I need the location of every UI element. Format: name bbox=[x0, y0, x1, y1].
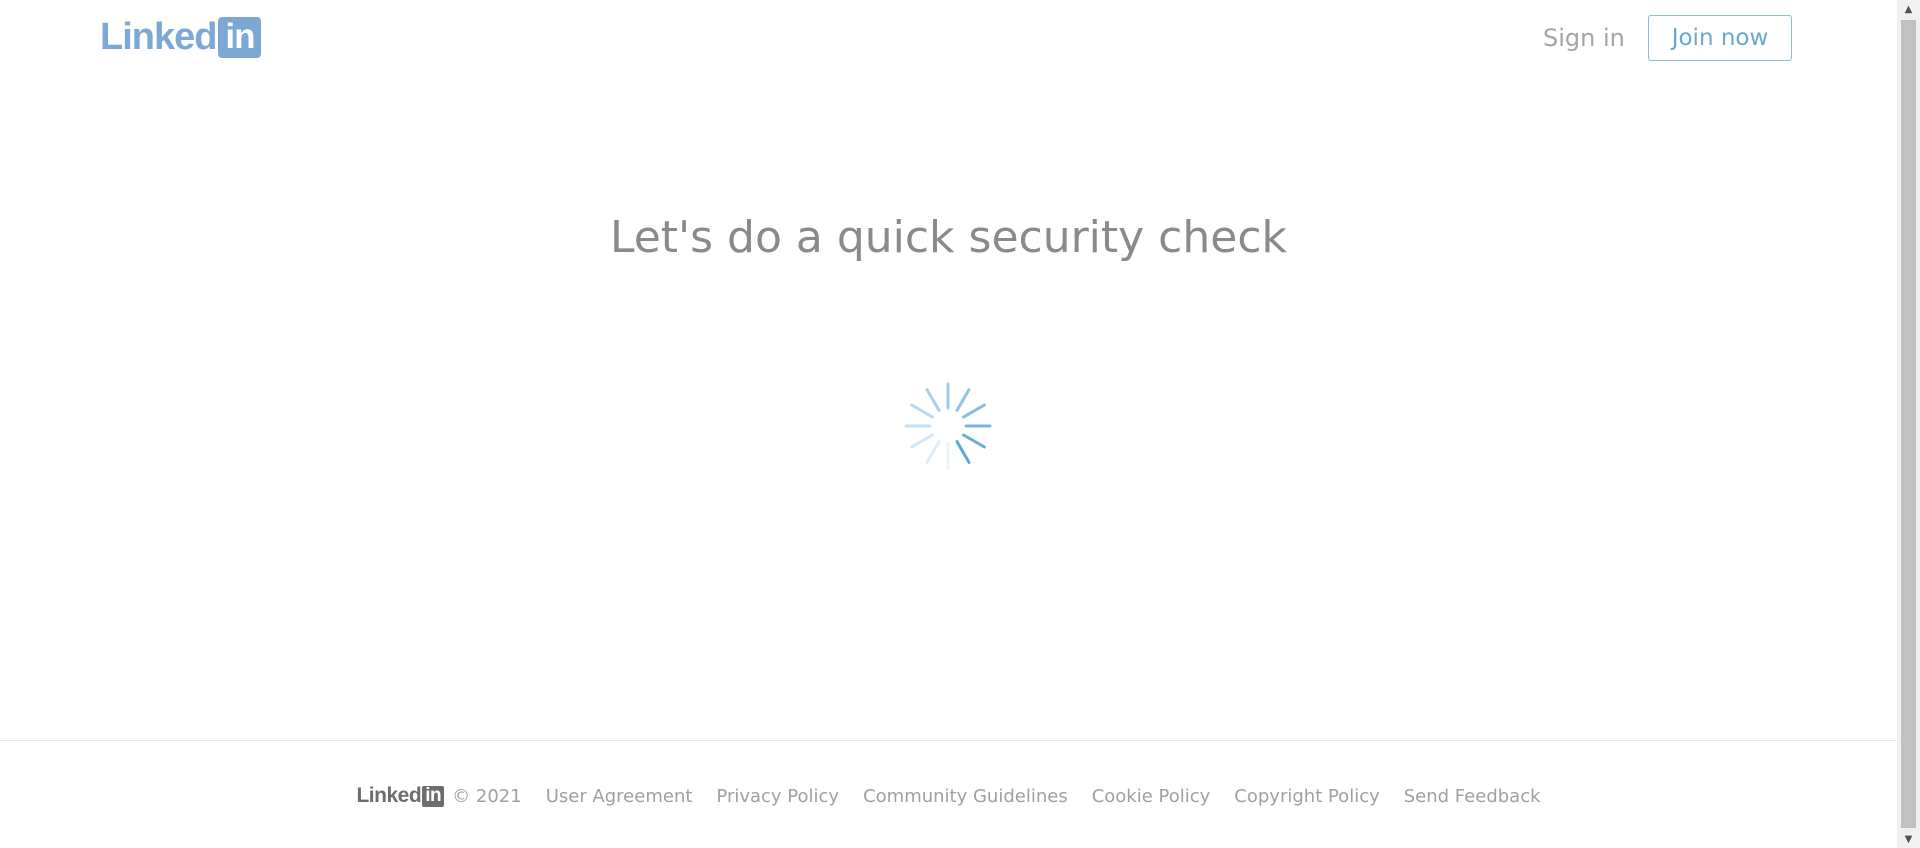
sign-in-link[interactable]: Sign in bbox=[1543, 24, 1625, 52]
footer-link-community-guidelines[interactable]: Community Guidelines bbox=[863, 786, 1068, 807]
footer-linkedin-logo: Linked in bbox=[356, 784, 445, 808]
scrollbar-thumb[interactable] bbox=[1901, 20, 1916, 828]
footer-link-privacy-policy[interactable]: Privacy Policy bbox=[716, 786, 839, 807]
spinner-spoke bbox=[962, 403, 986, 419]
loading-spinner-icon bbox=[904, 382, 992, 470]
footer-logo-in-box: in bbox=[422, 785, 445, 807]
page-title: Let's do a quick security check bbox=[609, 212, 1288, 263]
join-now-button[interactable]: Join now bbox=[1648, 15, 1792, 61]
footer-link-cookie-policy[interactable]: Cookie Policy bbox=[1092, 786, 1211, 807]
footer: Linked in © 2021 User Agreement Privacy P… bbox=[0, 784, 1897, 808]
header: Linked in Sign in Join now bbox=[0, 0, 1897, 80]
spinner-lines bbox=[904, 382, 992, 470]
scroll-up-arrow-icon[interactable]: ▲ bbox=[1897, 0, 1920, 18]
page: Linked in Sign in Join now Let's do a qui… bbox=[0, 0, 1897, 848]
spinner-spoke bbox=[925, 440, 941, 464]
spinner-spoke bbox=[910, 433, 934, 449]
footer-link-send-feedback[interactable]: Send Feedback bbox=[1404, 786, 1541, 807]
spinner-spoke bbox=[925, 388, 941, 412]
linkedin-logo[interactable]: Linked in bbox=[100, 15, 262, 58]
copyright: © 2021 bbox=[452, 785, 522, 807]
footer-logo-text: Linked bbox=[356, 784, 422, 807]
spinner-spoke bbox=[962, 433, 986, 449]
footer-divider bbox=[0, 740, 1897, 741]
spinner-spoke bbox=[955, 388, 971, 412]
spinner-spoke bbox=[955, 440, 971, 464]
logo-text: Linked bbox=[100, 15, 217, 58]
scroll-down-arrow-icon[interactable]: ▼ bbox=[1897, 830, 1920, 848]
vertical-scrollbar[interactable]: ▲ ▼ bbox=[1897, 0, 1920, 848]
spinner-spoke bbox=[910, 403, 934, 419]
footer-link-user-agreement[interactable]: User Agreement bbox=[546, 786, 693, 807]
logo-in-box: in bbox=[218, 16, 262, 58]
footer-link-copyright-policy[interactable]: Copyright Policy bbox=[1234, 786, 1379, 807]
